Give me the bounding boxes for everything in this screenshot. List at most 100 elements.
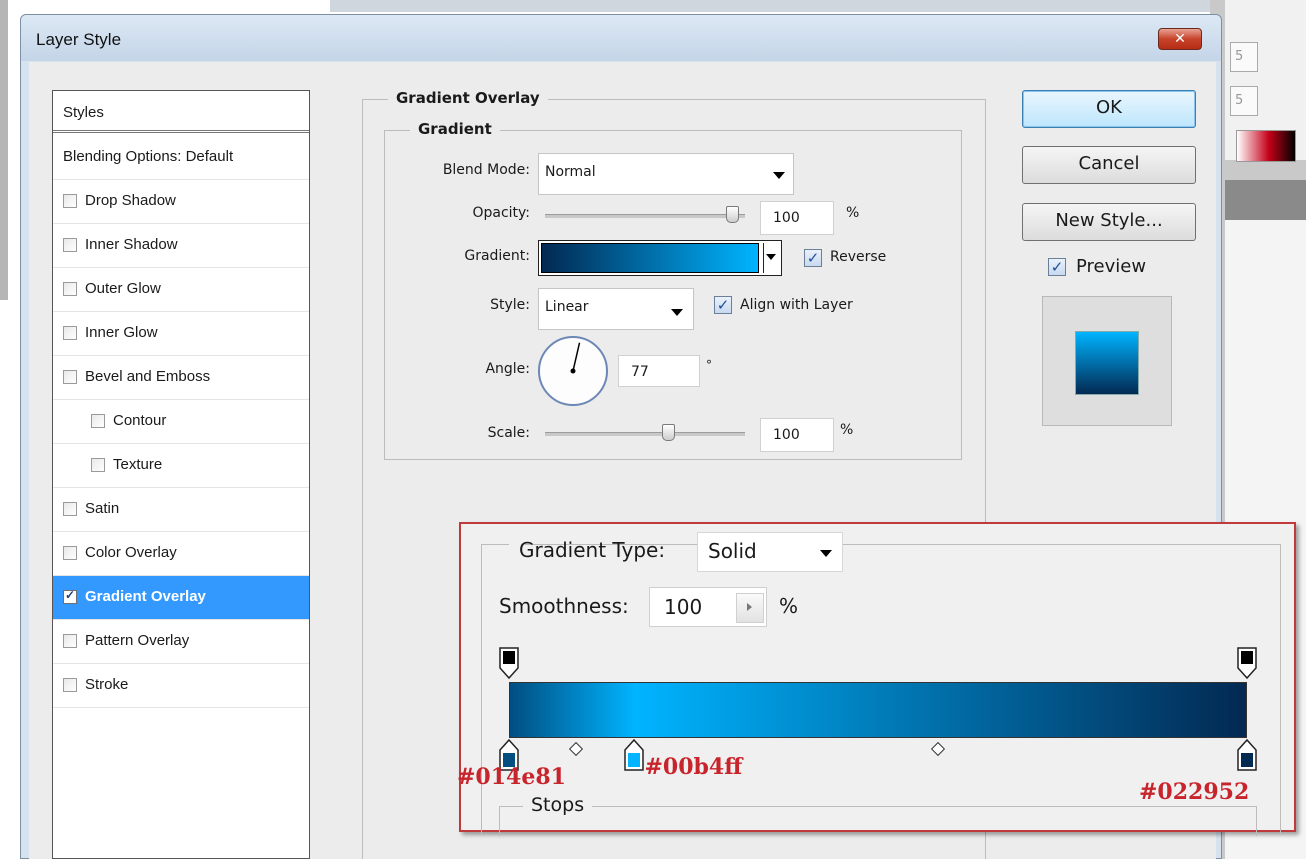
style-item-label: Drop Shadow [85, 192, 176, 209]
dropdown-arrow-icon [766, 254, 776, 260]
style-label: Style: [490, 297, 530, 313]
angle-dial-icon[interactable] [536, 334, 610, 408]
background-field: 5 [1230, 86, 1258, 116]
style-item-blending-options-default[interactable]: Blending Options: Default [53, 136, 309, 180]
style-item-color-overlay[interactable]: Color Overlay [53, 532, 309, 576]
angle-label: Angle: [485, 361, 530, 377]
gradient-group-title: Gradient [410, 120, 500, 138]
opacity-slider-track[interactable] [545, 214, 745, 218]
opacity-stop-icon[interactable] [1236, 646, 1258, 680]
dropdown-arrow-icon [773, 172, 785, 179]
color-stop-hex-label: #022952 [1139, 779, 1250, 805]
style-item-checkbox[interactable] [63, 502, 77, 516]
cancel-button[interactable]: Cancel [1022, 146, 1196, 184]
scale-label: Scale: [487, 425, 530, 441]
gradient-label: Gradient: [464, 248, 530, 264]
styles-list-header[interactable]: Styles [53, 91, 309, 133]
style-item-label: Contour [113, 412, 167, 429]
style-item-label: Satin [85, 500, 120, 517]
align-with-layer-checkbox[interactable]: ✓ [714, 296, 732, 314]
style-item-label: Blending Options: Default [63, 148, 234, 165]
blend-mode-value: Normal [545, 164, 596, 180]
reverse-checkbox[interactable]: ✓ [804, 249, 822, 267]
style-item-satin[interactable]: Satin [53, 488, 309, 532]
style-item-label: Bevel and Emboss [85, 368, 211, 385]
scale-input[interactable]: 100 [760, 418, 834, 452]
style-item-checkbox[interactable] [63, 326, 77, 340]
style-item-pattern-overlay[interactable]: Pattern Overlay [53, 620, 309, 664]
preview-checkbox[interactable]: ✓ [1048, 258, 1066, 276]
style-item-checkbox[interactable] [63, 546, 77, 560]
style-item-checkbox[interactable]: ✓ [63, 588, 77, 604]
style-item-texture[interactable]: Texture [53, 444, 309, 488]
align-with-layer-label: Align with Layer [740, 297, 853, 313]
blend-mode-label: Blend Mode: [442, 162, 530, 178]
style-item-stroke[interactable]: Stroke [53, 664, 309, 708]
style-dropdown[interactable]: Linear [538, 288, 694, 330]
background-color-swatch [1236, 130, 1296, 162]
style-item-checkbox[interactable] [63, 194, 77, 208]
color-stop-icon[interactable] [623, 738, 645, 772]
style-item-checkbox[interactable] [91, 414, 105, 428]
style-item-gradient-overlay[interactable]: ✓ Gradient Overlay [53, 576, 309, 620]
title-bar [21, 15, 1221, 61]
new-style-button[interactable]: New Style... [1022, 203, 1196, 241]
gradient-picker[interactable] [538, 240, 782, 276]
background-app-top [330, 0, 1210, 12]
style-item-label: Gradient Overlay [85, 588, 206, 605]
angle-input[interactable]: 77 [618, 355, 700, 387]
style-item-label: Texture [113, 456, 163, 473]
preview-thumbnail [1042, 296, 1172, 426]
opacity-unit: % [846, 205, 860, 221]
style-item-checkbox[interactable] [91, 458, 105, 472]
gradient-overlay-title: Gradient Overlay [388, 89, 548, 107]
style-item-outer-glow[interactable]: Outer Glow [53, 268, 309, 312]
color-stop-hex-label: #00b4ff [644, 754, 743, 780]
angle-unit: ° [706, 358, 712, 372]
color-stop-icon[interactable] [1236, 738, 1258, 772]
gradient-bar[interactable] [509, 682, 1247, 738]
scale-slider-track[interactable] [545, 432, 745, 436]
style-item-checkbox[interactable] [63, 238, 77, 252]
opacity-stop-icon[interactable] [498, 646, 520, 680]
style-item-label: Pattern Overlay [85, 632, 190, 649]
style-item-bevel-and-emboss[interactable]: Bevel and Emboss [53, 356, 309, 400]
style-item-label: Inner Shadow [85, 236, 178, 253]
style-item-drop-shadow[interactable]: Drop Shadow [53, 180, 309, 224]
check-icon: ✓ [716, 296, 730, 314]
preview-label: Preview [1076, 256, 1147, 277]
gradient-editor-inset: Gradient Type: Solid Smoothness: 100 % #… [457, 522, 1296, 836]
gradient-stops-editor[interactable]: #014e81 #00b4ff #022952 [457, 524, 1294, 830]
style-item-checkbox[interactable] [63, 634, 77, 648]
check-icon: ✓ [65, 588, 76, 602]
style-item-checkbox[interactable] [63, 282, 77, 296]
stops-group [499, 806, 1257, 836]
check-icon: ✓ [1050, 258, 1064, 276]
style-item-checkbox[interactable] [63, 370, 77, 384]
opacity-slider-thumb[interactable] [726, 206, 739, 223]
style-item-label: Color Overlay [85, 544, 177, 561]
style-item-contour[interactable]: Contour [53, 400, 309, 444]
opacity-label: Opacity: [472, 205, 530, 221]
scale-unit: % [840, 422, 854, 438]
stops-label: Stops [523, 794, 593, 816]
opacity-input[interactable]: 100 [760, 201, 834, 235]
midpoint-diamond-icon[interactable] [569, 741, 584, 757]
style-value: Linear [545, 299, 589, 315]
style-item-label: Inner Glow [85, 324, 158, 341]
ok-button[interactable]: OK [1022, 90, 1196, 128]
close-button[interactable]: ✕ [1158, 28, 1202, 50]
background-field-label: 5 [1235, 49, 1244, 64]
scale-slider-thumb[interactable] [662, 424, 676, 441]
check-icon: ✓ [806, 249, 820, 267]
dialog-title: Layer Style [36, 30, 122, 49]
style-item-inner-glow[interactable]: Inner Glow [53, 312, 309, 356]
midpoint-diamond-icon[interactable] [930, 741, 946, 757]
background-field-label: 5 [1235, 93, 1244, 108]
style-item-checkbox[interactable] [63, 678, 77, 692]
gradient-dropdown-button[interactable] [763, 243, 780, 273]
style-item-label: Outer Glow [85, 280, 161, 297]
close-icon: ✕ [1174, 31, 1186, 47]
style-item-inner-shadow[interactable]: Inner Shadow [53, 224, 309, 268]
blend-mode-dropdown[interactable]: Normal [538, 153, 794, 195]
